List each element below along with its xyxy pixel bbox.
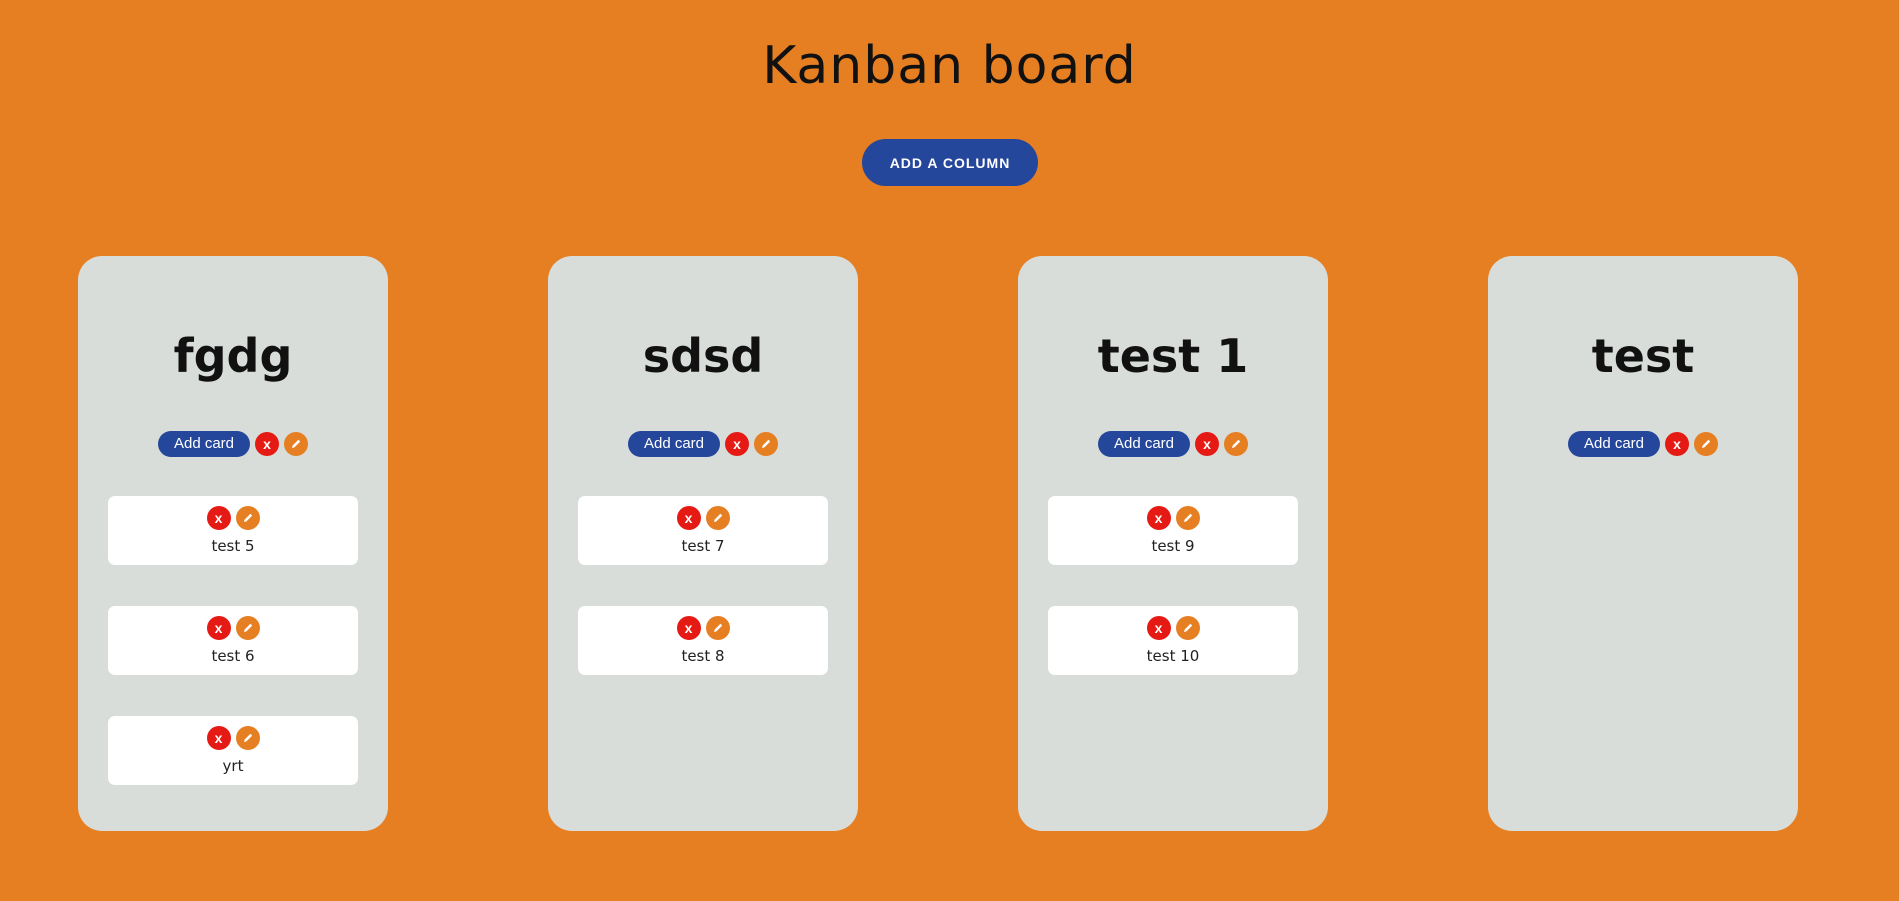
edit-card-button[interactable] [705,506,730,530]
delete-card-button[interactable]: x [676,506,701,530]
card-text: yrt [222,757,244,775]
page-title: Kanban board [762,36,1137,96]
column-title: test [1591,329,1695,383]
add-card-button[interactable]: Add card [1567,431,1661,457]
kanban-board: fgdg Add card x x test 5 x test 6 x yrt … [78,256,1798,831]
edit-column-button[interactable] [284,432,309,456]
delete-card-button[interactable]: x [206,506,231,530]
pencil-icon [241,621,255,635]
column-toolbar: Add card x [1018,431,1328,457]
column-toolbar: Add card x [1488,431,1798,457]
column-title: sdsd [642,329,764,383]
card-actions: x [108,616,358,640]
card-text: test 5 [211,537,255,555]
add-card-button[interactable]: Add card [157,431,251,457]
column-title: fgdg [173,329,293,383]
pencil-icon [1181,621,1195,635]
edit-column-button[interactable] [1224,432,1249,456]
delete-card-button[interactable]: x [206,616,231,640]
card[interactable]: x test 7 [578,496,828,565]
card-actions: x [1048,506,1298,530]
card[interactable]: x test 6 [108,606,358,675]
edit-card-button[interactable] [705,616,730,640]
column-toolbar: Add card x [548,431,858,457]
card-actions: x [1048,616,1298,640]
edit-column-button[interactable] [754,432,779,456]
edit-card-button[interactable] [235,506,260,530]
edit-card-button[interactable] [235,726,260,750]
card-text: test 8 [681,647,725,665]
delete-card-button[interactable]: x [1146,506,1171,530]
card-actions: x [108,726,358,750]
card-actions: x [578,506,828,530]
card[interactable]: x test 8 [578,606,828,675]
card[interactable]: x test 9 [1048,496,1298,565]
column-test-1: test 1 Add card x x test 9 x test 10 [1018,256,1328,831]
card-actions: x [578,616,828,640]
delete-card-button[interactable]: x [676,616,701,640]
pencil-icon [289,437,303,451]
pencil-icon [1181,511,1195,525]
edit-card-button[interactable] [1175,506,1200,530]
card[interactable]: x test 10 [1048,606,1298,675]
delete-card-button[interactable]: x [206,726,231,750]
card-text: test 9 [1151,537,1195,555]
delete-column-button[interactable]: x [255,432,280,456]
delete-column-button[interactable]: x [1195,432,1220,456]
column-fgdg: fgdg Add card x x test 5 x test 6 x yrt [78,256,388,831]
pencil-icon [711,621,725,635]
pencil-icon [759,437,773,451]
pencil-icon [1699,437,1713,451]
column-title: test 1 [1097,329,1249,383]
pencil-icon [241,731,255,745]
delete-column-button[interactable]: x [725,432,750,456]
column-sdsd: sdsd Add card x x test 7 x test 8 [548,256,858,831]
pencil-icon [711,511,725,525]
column-toolbar: Add card x [78,431,388,457]
card[interactable]: x test 5 [108,496,358,565]
edit-card-button[interactable] [235,616,260,640]
card-actions: x [108,506,358,530]
add-column-button[interactable]: ADD A COLUMN [862,139,1038,186]
edit-card-button[interactable] [1175,616,1200,640]
delete-card-button[interactable]: x [1146,616,1171,640]
pencil-icon [241,511,255,525]
column-test: test Add card x [1488,256,1798,831]
pencil-icon [1229,437,1243,451]
edit-column-button[interactable] [1694,432,1719,456]
card-text: test 6 [211,647,255,665]
delete-column-button[interactable]: x [1665,432,1690,456]
card-text: test 7 [681,537,725,555]
card[interactable]: x yrt [108,716,358,785]
card-text: test 10 [1146,647,1200,665]
add-card-button[interactable]: Add card [627,431,721,457]
add-card-button[interactable]: Add card [1097,431,1191,457]
